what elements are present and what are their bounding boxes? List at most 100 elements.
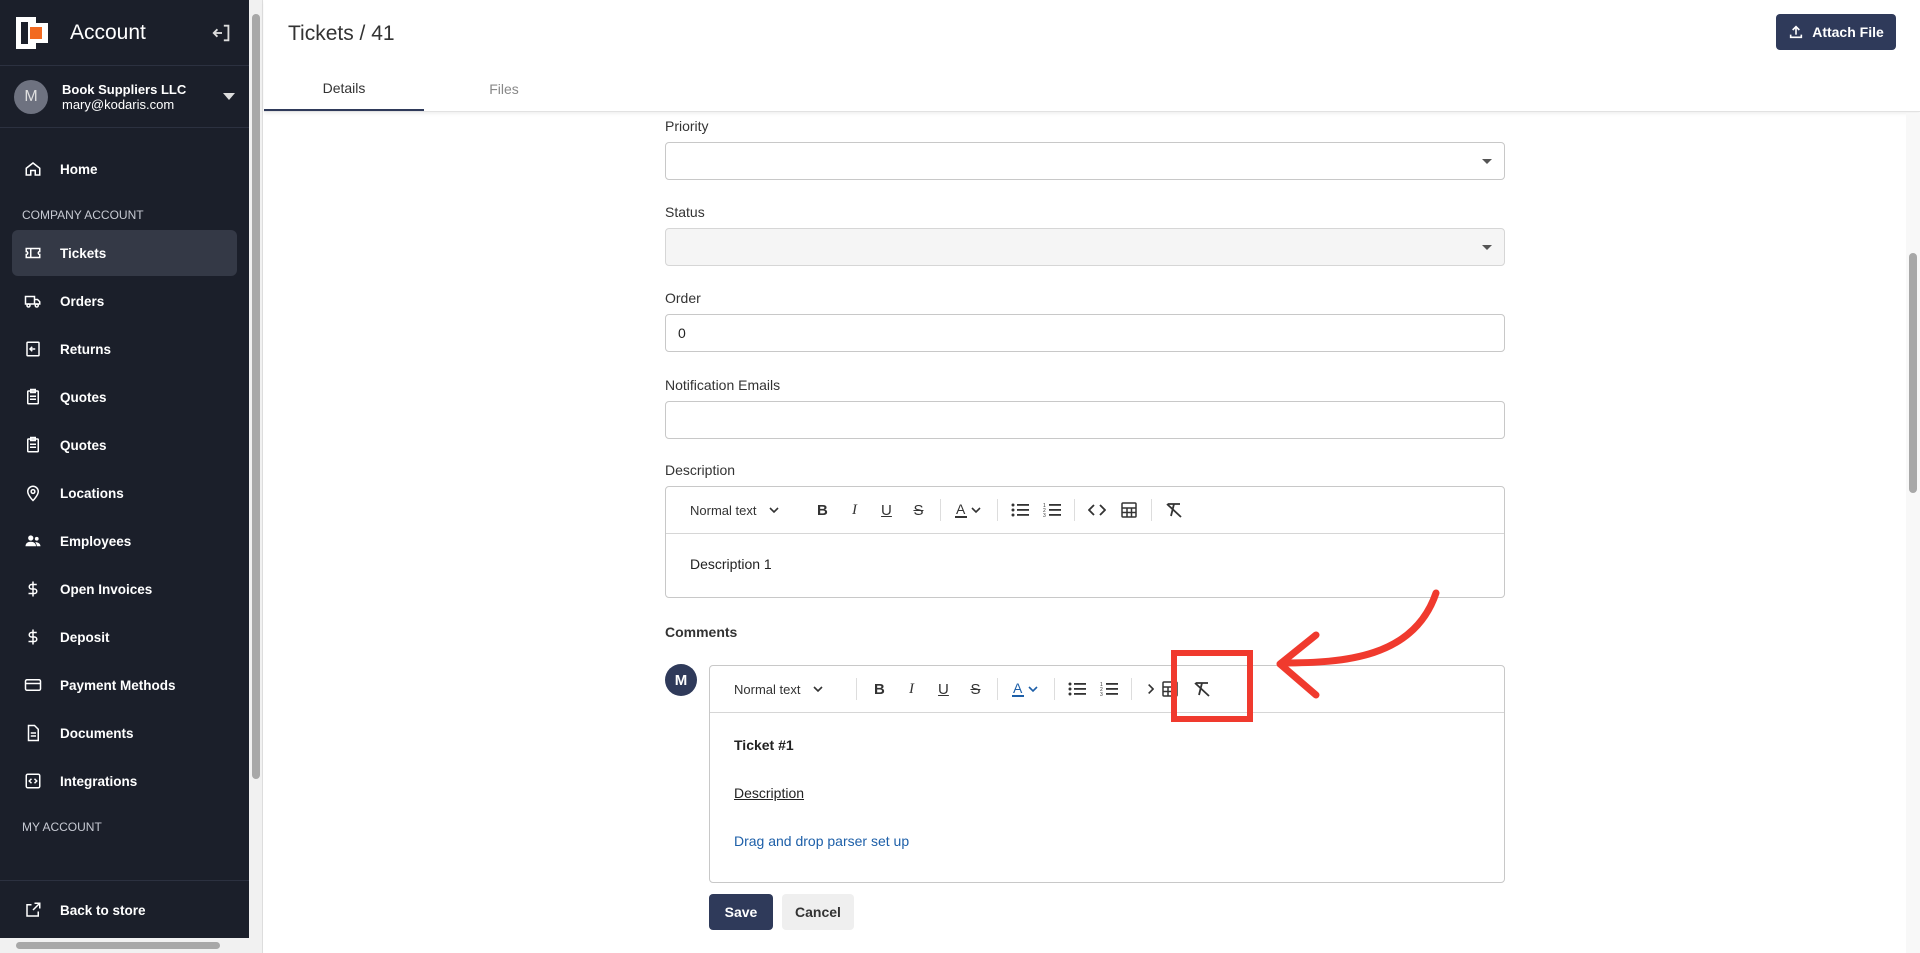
attach-file-button[interactable]: Attach File — [1776, 14, 1896, 50]
sidebar: Account M Book Suppliers LLC mary@kodari… — [0, 0, 249, 953]
italic-icon[interactable]: I — [838, 496, 870, 524]
comment-editor[interactable]: Normal text B I U S A 1 2 3 Ticket #1 De… — [709, 665, 1505, 883]
sidebar-item-label: Returns — [60, 341, 112, 357]
comments-group: Comments — [665, 624, 1505, 648]
comment-editor-body[interactable]: Ticket #1 Description Drag and drop pars… — [710, 713, 1504, 882]
underline-icon[interactable]: U — [927, 675, 959, 703]
cancel-button[interactable]: Cancel — [782, 894, 854, 930]
toolbar-divider — [1054, 678, 1056, 700]
svg-text:A: A — [1013, 680, 1023, 696]
main-area: Tickets / 41 Attach File Details Files P… — [264, 0, 1920, 953]
comment-toolbar: Normal text B I U S A 1 2 3 — [710, 666, 1504, 713]
toolbar-divider — [997, 499, 999, 521]
priority-select[interactable] — [665, 142, 1505, 180]
attach-file-label: Attach File — [1812, 24, 1884, 40]
code-icon[interactable] — [1138, 675, 1155, 703]
scrollbar-thumb[interactable] — [1909, 253, 1917, 493]
clear-format-icon[interactable] — [1158, 496, 1190, 524]
numbered-list-icon[interactable]: 123 — [1093, 675, 1125, 703]
table-icon[interactable] — [1113, 496, 1145, 524]
sidebar-item-locations[interactable]: Locations — [12, 470, 237, 516]
toolbar-divider — [940, 499, 942, 521]
back-to-store-link[interactable]: Back to store — [12, 887, 237, 933]
comment-line-colored: Drag and drop parser set up — [734, 833, 910, 849]
text-style-label: Normal text — [734, 681, 801, 697]
collapse-sidebar-icon[interactable] — [211, 22, 233, 44]
text-color-icon[interactable]: A — [1004, 675, 1048, 703]
tab-bar: Details Files — [264, 67, 584, 111]
upload-icon — [1790, 25, 1803, 39]
bold-icon[interactable]: B — [863, 675, 895, 703]
sidebar-item-tickets[interactable]: Tickets — [12, 230, 237, 276]
sidebar-item-integrations[interactable]: Integrations — [12, 758, 237, 804]
strikethrough-icon[interactable]: S — [959, 675, 991, 703]
sidebar-scrollbar[interactable] — [249, 0, 263, 953]
sidebar-item-payment-methods[interactable]: Payment Methods — [12, 662, 237, 708]
integration-icon — [25, 773, 41, 789]
comment-line-heading: Ticket #1 — [734, 737, 794, 753]
clipboard-icon — [27, 388, 39, 405]
sidebar-item-label: Locations — [60, 485, 124, 501]
text-color-icon[interactable]: A — [947, 496, 991, 524]
strikethrough-icon[interactable]: S — [902, 496, 934, 524]
bullet-list-icon[interactable] — [1061, 675, 1093, 703]
table-icon[interactable] — [1154, 675, 1186, 703]
bullet-list-icon[interactable] — [1004, 496, 1036, 524]
status-label: Status — [665, 204, 705, 220]
italic-icon[interactable]: I — [895, 675, 927, 703]
description-editor-body[interactable]: Description 1 — [666, 534, 1504, 597]
toolbar-divider — [1151, 499, 1153, 521]
notification-emails-input[interactable] — [665, 401, 1505, 439]
sidebar-item-home[interactable]: Home — [12, 146, 237, 192]
svg-text:3: 3 — [1043, 513, 1046, 518]
content-area: Priority Status Order 0 Notification Ema… — [264, 113, 1906, 953]
scrollbar-thumb[interactable] — [252, 14, 260, 779]
underline-icon[interactable]: U — [870, 496, 902, 524]
chevron-down-icon — [769, 507, 780, 514]
dollar-icon — [28, 581, 38, 597]
tab-files[interactable]: Files — [424, 67, 584, 111]
sidebar-item-quotes[interactable]: Quotes — [12, 374, 237, 420]
code-icon[interactable] — [1081, 496, 1113, 524]
account-switcher[interactable]: M Book Suppliers LLC mary@kodaris.com — [0, 66, 249, 128]
sidebar-item-label: Quotes — [60, 437, 107, 453]
save-button[interactable]: Save — [709, 894, 773, 930]
sidebar-item-employees[interactable]: Employees — [12, 518, 237, 564]
priority-group: Priority — [665, 118, 1505, 180]
location-pin-icon — [26, 485, 40, 502]
chevron-down-icon — [813, 686, 824, 693]
clear-format-icon[interactable] — [1186, 675, 1218, 703]
ticket-icon — [25, 247, 41, 259]
sidebar-item-label: Documents — [60, 725, 134, 741]
sidebar-item-open-invoices[interactable]: Open Invoices — [12, 566, 237, 612]
bold-icon[interactable]: B — [806, 496, 838, 524]
sidebar-item-label: Home — [60, 161, 98, 177]
status-select[interactable] — [665, 228, 1505, 266]
page-scrollbar[interactable] — [1906, 113, 1920, 953]
sidebar-item-label: Tickets — [60, 245, 107, 261]
sidebar-nav: Home COMPANY ACCOUNT Tickets Orders Retu… — [0, 128, 249, 842]
user-email: mary@kodaris.com — [62, 96, 175, 112]
tab-details[interactable]: Details — [264, 67, 424, 111]
sidebar-item-orders[interactable]: Orders — [12, 278, 237, 324]
order-label: Order — [665, 290, 701, 306]
scrollbar-thumb[interactable] — [16, 942, 220, 949]
text-style-select[interactable]: Normal text — [734, 682, 824, 697]
order-group: Order 0 — [665, 290, 1505, 352]
sidebar-item-quotes-2[interactable]: Quotes — [12, 422, 237, 468]
page-title: Tickets / 41 — [288, 22, 395, 45]
kodaris-logo[interactable] — [16, 16, 48, 49]
text-style-select[interactable]: Normal text — [690, 503, 780, 518]
chevron-down-icon[interactable] — [223, 93, 235, 100]
sidebar-item-documents[interactable]: Documents — [12, 710, 237, 756]
people-icon — [25, 535, 41, 547]
section-company-account: COMPANY ACCOUNT — [22, 208, 144, 222]
numbered-list-icon[interactable]: 123 — [1036, 496, 1068, 524]
sidebar-horizontal-scrollbar[interactable] — [0, 938, 249, 953]
order-input[interactable]: 0 — [665, 314, 1505, 352]
description-editor[interactable]: Normal text B I U S A 1 2 3 Description … — [665, 486, 1505, 598]
sidebar-item-deposit[interactable]: Deposit — [12, 614, 237, 660]
notification-group: Notification Emails — [665, 377, 1505, 439]
external-link-icon — [26, 902, 41, 917]
sidebar-item-returns[interactable]: Returns — [12, 326, 237, 372]
